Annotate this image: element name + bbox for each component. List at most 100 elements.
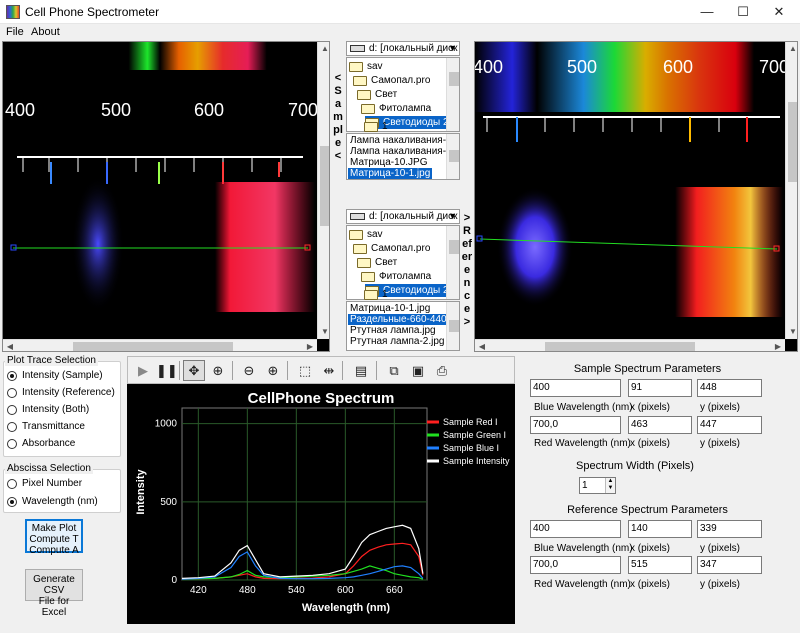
reference-tree-vscroll[interactable] [446, 226, 459, 299]
chevron-down-icon[interactable]: ▼ [448, 210, 457, 223]
make-plot-button[interactable]: Make Plot Compute T Compute A [25, 519, 83, 556]
play-icon[interactable]: ▶ [132, 360, 154, 381]
file-item-selected[interactable]: Матрица-10-1.jpg [348, 168, 433, 179]
radio-intensity-sample[interactable]: Intensity (Sample) [7, 369, 103, 383]
radio-intensity-both[interactable]: Intensity (Both) [7, 403, 89, 417]
folder-icon [364, 290, 378, 300]
folder-icon [361, 272, 375, 282]
reference-red-x-input[interactable]: 515 [628, 556, 692, 574]
menu-file[interactable]: File [6, 26, 24, 38]
sample-blue-x-input[interactable]: 91 [628, 379, 692, 397]
reference-blue-x-input[interactable]: 140 [628, 520, 692, 538]
sample-image-pane[interactable]: 400 500 600 700 ▲ ▼ ◀ ▶ [2, 41, 330, 352]
sample-blue-wavelength-input[interactable]: 400 [530, 379, 621, 397]
pause-icon[interactable]: ❚❚ [155, 360, 178, 381]
scroll-left-icon[interactable]: ◀ [3, 340, 17, 351]
file-item[interactable]: Лампа накаливания-1.jpg [348, 135, 459, 146]
reference-image-pane[interactable]: 400 500 600 700 ▲ ▼ ◀ ▶ [474, 41, 798, 352]
menu-about[interactable]: About [31, 26, 60, 38]
reference-blue-wl-label: Blue Wavelength (nm) [534, 543, 633, 554]
reference-blue-wavelength-input[interactable]: 400 [530, 520, 621, 538]
tree-item[interactable]: Самопал.pro [353, 242, 430, 255]
select-box-icon[interactable]: ⬚ [294, 360, 316, 381]
spectrum-chart[interactable]: CellPhone Spectrum Wavelength (nm) Inten… [127, 384, 515, 624]
save-icon[interactable]: ▣ [407, 360, 429, 381]
scroll-right-icon[interactable]: ▶ [303, 340, 317, 351]
copy-icon[interactable]: ⧉ [383, 360, 405, 381]
zoom-region-icon[interactable]: ⊕ [207, 360, 229, 381]
plot-toolbar: ▶ ❚❚ ✥ ⊕ ⊖ ⊕ ⬚ ⇹ ▤ ⧉ ▣ ⎙ [127, 356, 515, 384]
spectrum-plot[interactable]: CellPhone Spectrum Wavelength (nm) Inten… [127, 384, 515, 624]
folder-icon [353, 76, 367, 86]
tree-item[interactable]: Самопал.pro [353, 74, 430, 87]
file-item[interactable]: Матрица-10.JPG [348, 157, 429, 168]
tree-item[interactable]: Свет [357, 88, 397, 101]
sample-scale-400: 400 [5, 100, 36, 120]
tree-item[interactable]: 1 [364, 288, 388, 301]
sample-x-label-2: x (pixels) [630, 438, 671, 449]
sample-vscroll[interactable]: ▲ ▼ [317, 42, 329, 339]
spectrum-width-spinner[interactable]: 1 ▲ ▼ [579, 477, 616, 494]
reference-spectrum-image[interactable] [475, 42, 785, 339]
scroll-down-icon[interactable]: ▼ [786, 325, 797, 339]
scroll-right-icon[interactable]: ▶ [771, 340, 785, 351]
radio-intensity-reference[interactable]: Intensity (Reference) [7, 386, 115, 400]
radio-label: Pixel Number [22, 478, 83, 489]
reference-drive-select[interactable]: d: [локальный диск ▼ [346, 209, 460, 224]
sample-tree-vscroll[interactable] [446, 58, 459, 131]
chevron-down-icon[interactable]: ▼ [448, 42, 457, 55]
zoom-out-icon[interactable]: ⊖ [238, 360, 260, 381]
radio-pixel-number[interactable]: Pixel Number [7, 477, 82, 491]
radio-wavelength[interactable]: Wavelength (nm) [7, 495, 98, 509]
reference-red-wl-label: Red Wavelength (nm) [534, 579, 631, 590]
reference-red-y-input[interactable]: 347 [697, 556, 762, 574]
sample-hscroll[interactable]: ◀ ▶ [3, 339, 317, 351]
tree-item[interactable]: Фитолампа [361, 270, 431, 283]
reference-hscroll-thumb[interactable] [545, 342, 695, 351]
reference-hscroll[interactable]: ◀ ▶ [475, 339, 785, 351]
sample-spectrum-image[interactable] [3, 42, 317, 339]
sample-red-wavelength-input[interactable]: 700,0 [530, 416, 621, 434]
sample-hscroll-thumb[interactable] [73, 342, 233, 351]
reference-red-wavelength-input[interactable]: 700,0 [530, 556, 621, 574]
spectrum-width-value: 1 [582, 480, 588, 491]
radio-transmittance[interactable]: Transmittance [7, 420, 85, 434]
scroll-left-icon[interactable]: ◀ [475, 340, 489, 351]
sample-blue-y-input[interactable]: 448 [697, 379, 762, 397]
tree-item[interactable]: Свет [357, 256, 397, 269]
sample-red-x-input[interactable]: 463 [628, 416, 692, 434]
file-item-selected[interactable]: Раздельные-660-440.jpg [348, 314, 459, 325]
sample-files-vscroll[interactable] [446, 134, 459, 179]
sample-red-y-input[interactable]: 447 [697, 416, 762, 434]
file-item[interactable]: Ртутная лампа-2.jpg [348, 336, 446, 347]
file-item[interactable]: Ртутная лампа.jpg [348, 325, 438, 336]
pan-icon[interactable]: ✥ [183, 360, 205, 381]
sample-drive-select[interactable]: d: [локальный диск ▼ [346, 41, 460, 56]
tree-item-label: sav [367, 61, 383, 72]
reference-vscroll[interactable]: ▲ ▼ [785, 42, 797, 339]
sample-file-list[interactable]: Лампа накаливания-1.jpg Лампа накаливани… [346, 133, 460, 180]
reference-files-vscroll[interactable] [446, 302, 459, 350]
tree-item[interactable]: sav [349, 60, 383, 73]
print-icon[interactable]: ⎙ [431, 360, 453, 381]
file-item[interactable]: Матрица-10-1.jpg [348, 303, 432, 314]
sample-vscroll-thumb[interactable] [320, 146, 329, 226]
tree-item[interactable]: sav [349, 228, 383, 241]
generate-csv-button[interactable]: Generate CSV File for Excel [25, 569, 83, 618]
spinner-arrows-icon[interactable]: ▲ ▼ [605, 478, 615, 493]
properties-icon[interactable]: ▤ [350, 360, 372, 381]
cursor-icon[interactable]: ⇹ [318, 360, 340, 381]
reference-vscroll-thumb[interactable] [788, 102, 797, 182]
scroll-up-icon[interactable]: ▲ [786, 42, 797, 56]
radio-absorbance[interactable]: Absorbance [7, 437, 75, 451]
file-item[interactable]: Лампа накаливания-2.jpg [348, 146, 459, 157]
tree-item[interactable]: Фитолампа [361, 102, 431, 115]
zoom-in-icon[interactable]: ⊕ [262, 360, 284, 381]
sample-scale-600: 600 [194, 100, 225, 120]
reference-blue-y-input[interactable]: 339 [697, 520, 762, 538]
scroll-down-icon[interactable]: ▼ [318, 325, 329, 339]
scroll-up-icon[interactable]: ▲ [318, 42, 329, 56]
tree-item[interactable]: 1 [364, 120, 388, 133]
close-button[interactable]: ✕ [756, 0, 800, 24]
reference-file-list[interactable]: Матрица-10-1.jpg Раздельные-660-440.jpg … [346, 301, 460, 351]
